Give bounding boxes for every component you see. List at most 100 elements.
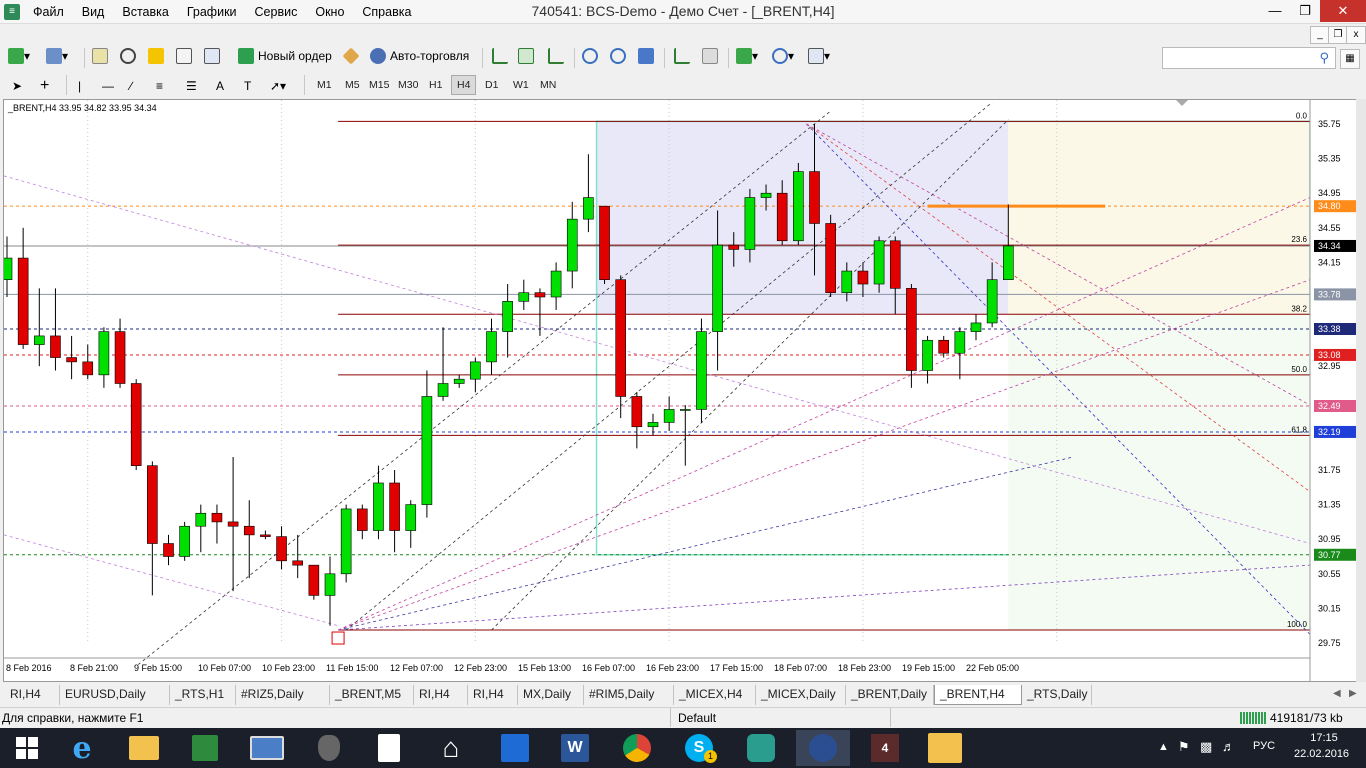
autoscroll-button[interactable] bbox=[702, 45, 718, 67]
explorer-taskbar-icon[interactable] bbox=[117, 730, 171, 766]
lenovo-taskbar-icon[interactable] bbox=[240, 730, 294, 766]
restore-button[interactable]: ❐ bbox=[1290, 0, 1320, 22]
maxthon-taskbar-icon[interactable] bbox=[488, 730, 542, 766]
tabs-scroll-left-icon[interactable]: ◀ bbox=[1333, 688, 1341, 699]
auto-trading-button[interactable]: Авто-торговля bbox=[370, 45, 469, 67]
indicators-button[interactable]: ▾ bbox=[736, 45, 758, 67]
zoom-in-icon[interactable] bbox=[582, 45, 598, 67]
tray-date[interactable]: 22.02.2016 bbox=[1294, 748, 1349, 760]
tile-windows-button[interactable] bbox=[638, 45, 654, 67]
start-button[interactable] bbox=[0, 730, 54, 766]
chart-shift-button[interactable] bbox=[674, 45, 690, 67]
search-input[interactable]: ⚲ bbox=[1162, 47, 1336, 69]
chart-tab[interactable]: _BRENT,Daily bbox=[846, 685, 934, 705]
metaeditor-button[interactable] bbox=[342, 45, 360, 67]
tf-h4[interactable]: H4 bbox=[451, 75, 477, 95]
chart-tab[interactable]: RI,H4 bbox=[5, 685, 60, 705]
terminal-button[interactable] bbox=[176, 45, 192, 67]
tabs-scroll-right-icon[interactable]: ▶ bbox=[1349, 688, 1357, 699]
document-taskbar-icon[interactable] bbox=[362, 730, 416, 766]
tf-m5[interactable]: M5 bbox=[340, 75, 365, 95]
line-chart-button[interactable] bbox=[548, 45, 564, 67]
tray-volume-icon[interactable]: ♬ bbox=[1222, 739, 1235, 754]
chart-tab[interactable]: #RIZ5,Daily bbox=[236, 685, 330, 705]
tf-d1[interactable]: D1 bbox=[480, 75, 503, 95]
terminal4-taskbar-icon[interactable]: 4 bbox=[858, 730, 912, 766]
candlestick-button[interactable] bbox=[518, 45, 534, 67]
chart-tab[interactable]: _BRENT,H4 bbox=[934, 685, 1022, 705]
fibonacci-icon[interactable]: ☰ bbox=[186, 75, 197, 97]
home-taskbar-icon[interactable]: ⌂ bbox=[424, 730, 478, 766]
store-taskbar-icon[interactable] bbox=[178, 730, 232, 766]
search-icon[interactable]: ⚲ bbox=[1319, 50, 1329, 66]
arrows-icon[interactable]: ➚▾ bbox=[270, 75, 286, 97]
quik-taskbar-icon[interactable] bbox=[734, 730, 788, 766]
chart-tab[interactable]: EURUSD,Daily bbox=[60, 685, 170, 705]
text-label-icon[interactable]: T bbox=[244, 75, 251, 97]
metatrader-taskbar-icon[interactable] bbox=[796, 730, 850, 766]
close-button[interactable]: ✕ bbox=[1320, 0, 1366, 22]
mdi-close-button[interactable]: x bbox=[1346, 26, 1366, 44]
chart-tab[interactable]: RI,H4 bbox=[414, 685, 468, 705]
tf-mn[interactable]: MN bbox=[535, 75, 561, 95]
mdi-restore-button[interactable]: ❐ bbox=[1328, 26, 1348, 44]
favorites-button[interactable] bbox=[148, 45, 164, 67]
menu-help[interactable]: Справка bbox=[353, 4, 420, 21]
chrome-taskbar-icon[interactable] bbox=[610, 730, 664, 766]
tray-chevron-icon[interactable]: ▲ bbox=[1158, 741, 1169, 753]
order-marker-icon[interactable] bbox=[331, 631, 345, 645]
cursor-icon[interactable]: ➤ bbox=[12, 75, 22, 97]
menu-window[interactable]: Окно bbox=[306, 4, 353, 21]
windows-explorer-taskbar-icon[interactable] bbox=[918, 730, 972, 766]
chart-tab[interactable]: _RTS,Daily bbox=[1022, 685, 1092, 705]
chart-tab[interactable]: _BRENT,M5 bbox=[330, 685, 414, 705]
trendline-icon[interactable]: ∕ bbox=[130, 75, 132, 97]
market-watch-button[interactable] bbox=[92, 45, 108, 67]
minimize-button[interactable]: — bbox=[1260, 0, 1290, 22]
menu-view[interactable]: Вид bbox=[73, 4, 114, 21]
skype-taskbar-icon[interactable]: S 1 bbox=[672, 730, 726, 766]
chart-tab[interactable]: _MICEX,H4 bbox=[674, 685, 756, 705]
menu-insert[interactable]: Вставка bbox=[113, 4, 177, 21]
ie-taskbar-icon[interactable]: e bbox=[55, 730, 109, 766]
menu-charts[interactable]: Графики bbox=[178, 4, 246, 21]
chart-scrollbar[interactable] bbox=[1356, 99, 1366, 682]
chart-tab[interactable]: #RIM5,Daily bbox=[584, 685, 674, 705]
tf-m1[interactable]: M1 bbox=[312, 75, 337, 95]
chart-tab[interactable]: _MICEX,Daily bbox=[756, 685, 846, 705]
new-order-button[interactable]: Новый ордер bbox=[238, 45, 332, 67]
app-icon[interactable]: ≡ bbox=[4, 4, 20, 20]
chart-tab[interactable]: _RTS,H1 bbox=[170, 685, 236, 705]
periods-button[interactable]: ▾ bbox=[772, 45, 794, 67]
menu-tools[interactable]: Сервис bbox=[246, 4, 307, 21]
word-taskbar-icon[interactable]: W bbox=[548, 730, 602, 766]
profiles-button[interactable]: ▾ bbox=[46, 45, 68, 67]
horizontal-line-icon[interactable]: — bbox=[102, 75, 114, 97]
channel-icon[interactable]: ≡ bbox=[156, 75, 163, 97]
chart-tab[interactable]: RI,H4 bbox=[468, 685, 518, 705]
tf-w1[interactable]: W1 bbox=[508, 75, 534, 95]
mdi-minimize-button[interactable]: _ bbox=[1310, 26, 1330, 44]
community-button[interactable]: ▦ bbox=[1340, 49, 1360, 69]
security-taskbar-icon[interactable] bbox=[302, 730, 356, 766]
text-icon[interactable]: A bbox=[216, 75, 224, 97]
vertical-line-icon[interactable]: | bbox=[78, 75, 81, 97]
tf-m30[interactable]: M30 bbox=[393, 75, 423, 95]
templates-button[interactable]: ▾ bbox=[808, 45, 830, 67]
tf-h1[interactable]: H1 bbox=[424, 75, 447, 95]
navigator-button[interactable] bbox=[120, 45, 136, 67]
tray-language[interactable]: РУС bbox=[1253, 740, 1275, 752]
tray-flag-icon[interactable]: ⚑ bbox=[1178, 739, 1190, 755]
strategy-tester-button[interactable] bbox=[204, 45, 220, 67]
tf-m15[interactable]: M15 bbox=[364, 75, 394, 95]
crosshair-icon[interactable]: + bbox=[40, 75, 49, 97]
tray-time[interactable]: 17:15 bbox=[1300, 732, 1348, 744]
new-chart-button[interactable]: ▾ bbox=[8, 45, 30, 67]
chart-shift-marker-icon[interactable] bbox=[1176, 100, 1188, 106]
chart-tab[interactable]: MX,Daily bbox=[518, 685, 584, 705]
chart-window[interactable]: 35.75 35.35 34.95 34.55 34.15 32.95 31.75 31.35… bbox=[3, 99, 1360, 682]
tray-network-icon[interactable]: ▩ bbox=[1200, 739, 1212, 755]
price-chart[interactable]: 35.75 35.35 34.95 34.55 34.15 32.95 31.75 31.35… bbox=[4, 100, 1359, 681]
menu-file[interactable]: Файл bbox=[24, 4, 73, 21]
bar-chart-button[interactable] bbox=[492, 45, 508, 67]
